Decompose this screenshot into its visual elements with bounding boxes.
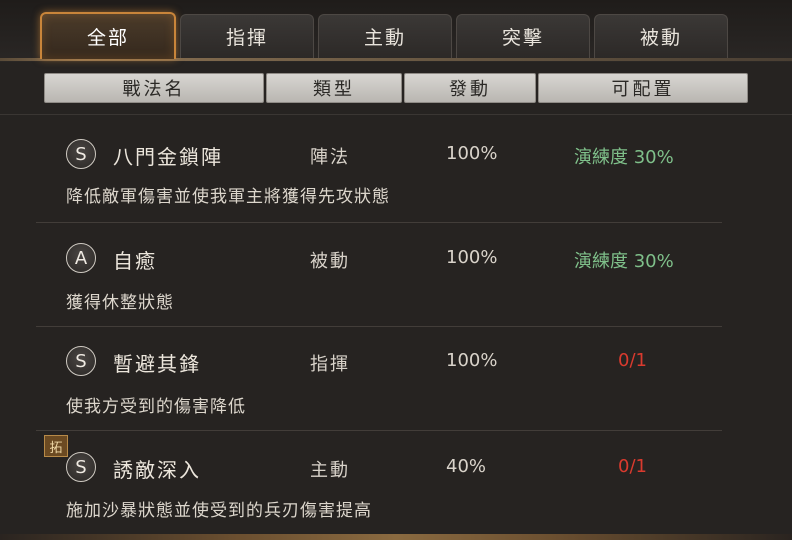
skill-description: 獲得休整狀態	[66, 293, 174, 313]
tab-active[interactable]: 主動	[318, 14, 452, 58]
column-header-config[interactable]: 可配置	[538, 73, 748, 103]
expand-tag-badge: 拓	[44, 435, 68, 457]
skill-rate: 100%	[446, 143, 498, 164]
skill-config: 演練度 30%	[574, 147, 674, 168]
skill-description: 降低敵軍傷害並使我軍主將獲得先攻狀態	[66, 187, 390, 207]
grade-badge: S	[66, 139, 96, 169]
skill-name: 八門金鎖陣	[113, 145, 223, 169]
skill-name: 自癒	[113, 249, 157, 273]
skill-name: 誘敵深入	[113, 458, 201, 482]
skill-rate: 100%	[446, 350, 498, 371]
skill-row[interactable]: S 八門金鎖陣 陣法 100% 演練度 30% 降低敵軍傷害並使我軍主將獲得先攻…	[36, 120, 722, 223]
column-header-name[interactable]: 戰法名	[44, 73, 264, 103]
tab-passive[interactable]: 被動	[594, 14, 728, 58]
skill-description: 施加沙暴狀態並使受到的兵刃傷害提高	[66, 501, 372, 521]
skill-row[interactable]: S 誘敵深入 主動 40% 0/1 施加沙暴狀態並使受到的兵刃傷害提高	[36, 432, 722, 534]
tab-assault[interactable]: 突擊	[456, 14, 590, 58]
skill-type: 指揮	[310, 354, 350, 375]
grade-badge: S	[66, 346, 96, 376]
grade-badge: S	[66, 452, 96, 482]
skill-rate: 40%	[446, 456, 487, 477]
tab-all[interactable]: 全部	[40, 12, 176, 59]
skill-row[interactable]: A 自癒 被動 100% 演練度 30% 獲得休整狀態	[36, 224, 722, 327]
skill-config: 0/1	[618, 350, 647, 371]
skill-name: 暫避其鋒	[113, 352, 201, 376]
skill-rate: 100%	[446, 247, 498, 268]
column-header-type[interactable]: 類型	[266, 73, 402, 103]
skill-config: 演練度 30%	[574, 251, 674, 272]
skill-config: 0/1	[618, 456, 647, 477]
skill-type: 陣法	[310, 147, 350, 168]
skill-description: 使我方受到的傷害降低	[66, 397, 246, 417]
skill-type: 主動	[310, 460, 350, 481]
bottom-divider	[0, 534, 792, 540]
skill-type: 被動	[310, 251, 350, 272]
header-divider	[0, 114, 792, 115]
column-header-row: 戰法名 類型 發動 可配置	[44, 73, 748, 105]
column-header-rate[interactable]: 發動	[404, 73, 536, 103]
grade-badge: A	[66, 243, 96, 273]
tab-command[interactable]: 指揮	[180, 14, 314, 58]
skill-row[interactable]: S 暫避其鋒 指揮 100% 0/1 使我方受到的傷害降低	[36, 328, 722, 431]
